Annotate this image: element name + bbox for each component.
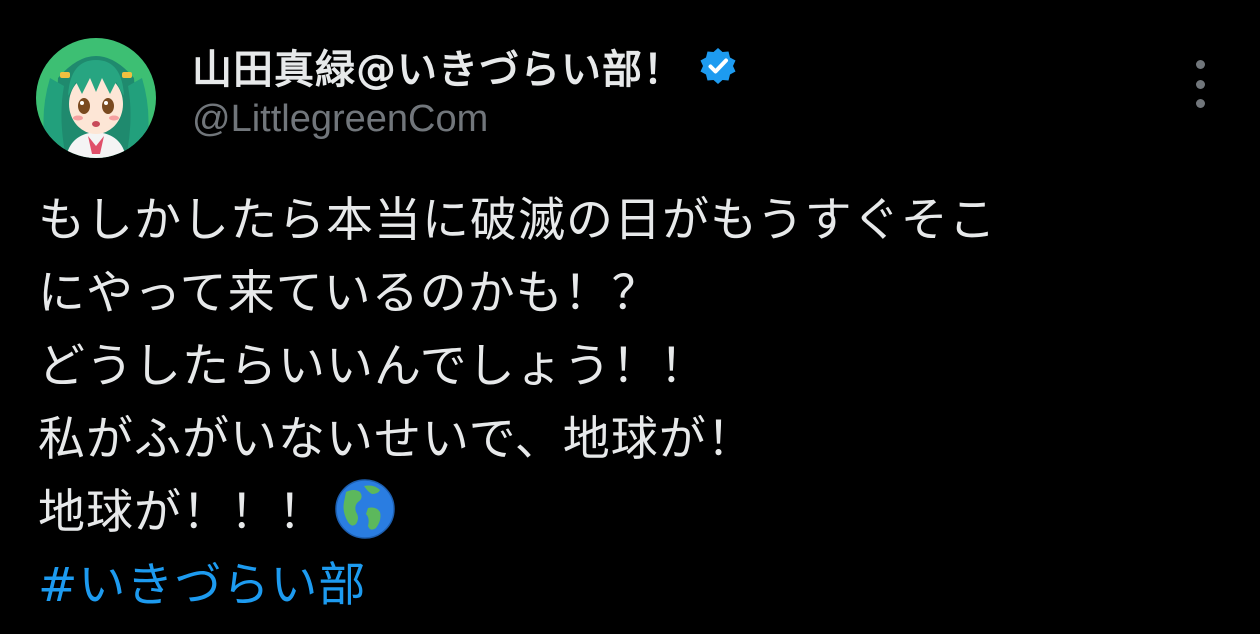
- verified-badge-icon[interactable]: [698, 46, 738, 86]
- more-dot-icon: [1195, 99, 1205, 108]
- author-avatar[interactable]: [36, 38, 156, 158]
- tweet-text-line: どうしたらいいんでしょう！！: [38, 339, 708, 394]
- tweet-card: 山田真緑@いきづらい部！ @LittlegreenCom もしかしたら本当に破滅…: [0, 0, 1260, 634]
- tweet-text-line: 地球が！！！: [38, 485, 326, 540]
- tweet-text: もしかしたら本当に破滅の日がもうすぐそこ にやって来ているのかも！？ どうしたら…: [38, 184, 1238, 622]
- more-dot-icon: [1195, 79, 1205, 89]
- tweet-header: 山田真緑@いきづらい部！ @LittlegreenCom: [192, 40, 738, 140]
- anime-girl-avatar-icon: [36, 38, 156, 158]
- hashtag-link[interactable]: #いきづらい部: [38, 549, 1238, 622]
- author-handle[interactable]: @LittlegreenCom: [192, 98, 738, 141]
- tweet-text-line: もしかしたら本当に破滅の日がもうすぐそこ: [38, 193, 997, 248]
- author-name-row: 山田真緑@いきづらい部！: [192, 37, 738, 95]
- tweet-text-line: 私がふがいないせいで、地球が！: [38, 412, 755, 467]
- author-display-name[interactable]: 山田真緑@いきづらい部！: [192, 37, 684, 95]
- globe-americas-icon: [334, 478, 396, 540]
- more-dot-icon: [1195, 60, 1205, 69]
- tweet-text-line-with-emoji: 地球が！！！: [38, 476, 1238, 549]
- more-options-button[interactable]: [1180, 60, 1220, 108]
- tweet-text-line: にやって来ているのかも！？: [38, 266, 660, 321]
